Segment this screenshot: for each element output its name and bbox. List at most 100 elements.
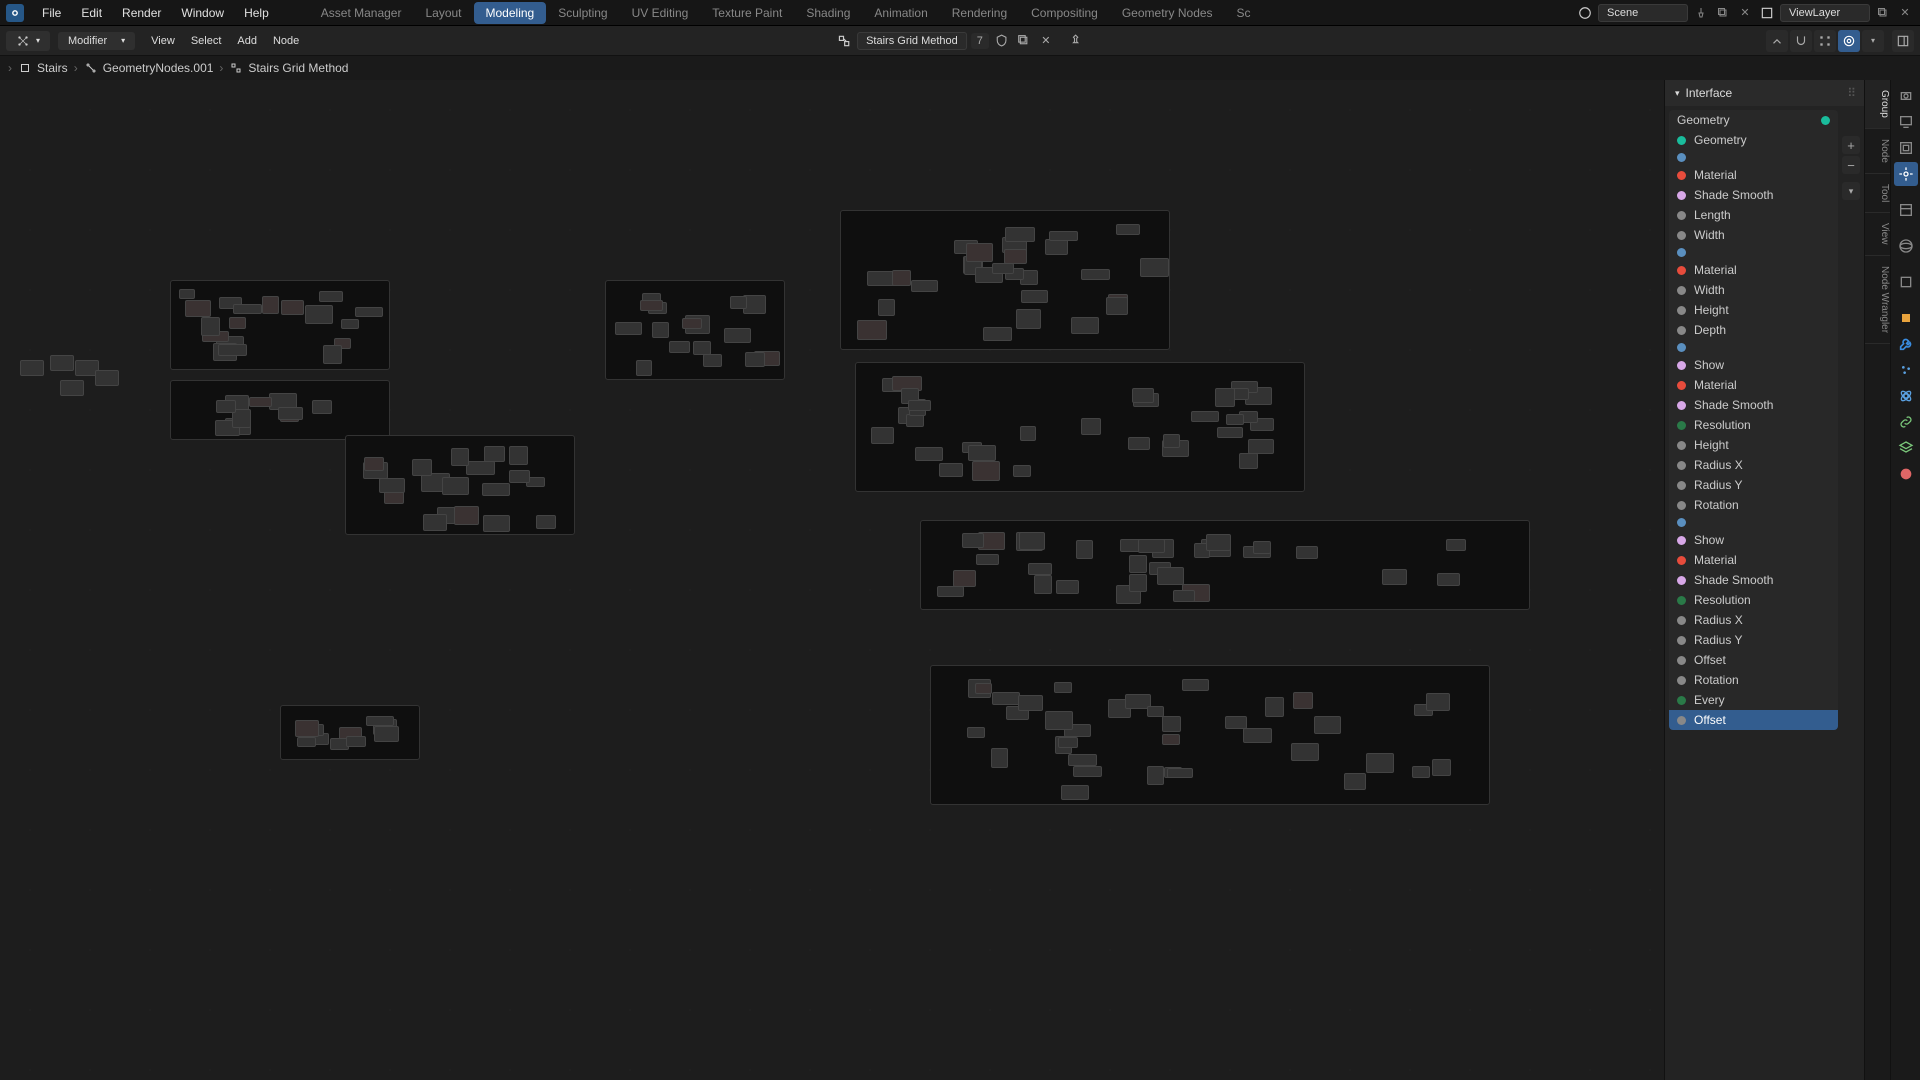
node[interactable]	[682, 318, 702, 330]
node[interactable]	[1173, 590, 1196, 602]
interface-socket-row[interactable]: Rotation	[1669, 670, 1838, 690]
menu-render[interactable]: Render	[112, 2, 171, 24]
node-frame[interactable]	[170, 380, 390, 440]
node[interactable]	[1129, 574, 1147, 592]
node[interactable]	[1412, 766, 1431, 778]
n-panel-tab[interactable]: View	[1865, 213, 1890, 256]
interface-socket-row[interactable]: Show	[1669, 355, 1838, 375]
node[interactable]	[451, 448, 469, 467]
n-panel-tab[interactable]: Node Wrangler	[1865, 256, 1890, 344]
node[interactable]	[1344, 773, 1366, 791]
node[interactable]	[323, 345, 342, 364]
interface-socket-list[interactable]: GeometryGeometryMaterialShade SmoothLeng…	[1669, 110, 1838, 730]
node[interactable]	[466, 461, 496, 476]
node[interactable]	[1253, 541, 1272, 555]
interface-socket-row[interactable]: Material	[1669, 165, 1838, 185]
interface-socket-row[interactable]: Material	[1669, 260, 1838, 280]
scene-props-icon[interactable]	[1894, 162, 1918, 186]
interface-socket-row[interactable]: Radius Y	[1669, 630, 1838, 650]
interface-socket-row[interactable]	[1669, 515, 1838, 530]
region-toggle-icon[interactable]	[1892, 30, 1914, 52]
node[interactable]	[483, 515, 510, 532]
node[interactable]	[1004, 249, 1027, 263]
node[interactable]	[857, 320, 887, 340]
interface-socket-row[interactable]: Show	[1669, 530, 1838, 550]
interface-socket-row[interactable]: Material	[1669, 375, 1838, 395]
material-props-icon[interactable]	[1894, 462, 1918, 486]
node[interactable]	[1162, 716, 1181, 732]
node[interactable]	[1034, 575, 1051, 594]
node-frame[interactable]	[840, 210, 1170, 350]
node[interactable]	[911, 280, 938, 292]
node[interactable]	[1147, 706, 1165, 717]
interface-socket-row[interactable]: Depth	[1669, 320, 1838, 340]
node[interactable]	[319, 291, 343, 302]
scene-name-field[interactable]: Scene	[1598, 4, 1688, 22]
nodetree-name-field[interactable]: Stairs Grid Method	[857, 32, 967, 50]
node[interactable]	[991, 748, 1008, 768]
interface-socket-row[interactable]: Shade Smooth	[1669, 185, 1838, 205]
node[interactable]	[1163, 434, 1180, 448]
node[interactable]	[20, 360, 44, 376]
node[interactable]	[229, 317, 246, 329]
breadcrumb-object[interactable]: Stairs	[18, 61, 68, 75]
nodetree-browse-icon[interactable]	[835, 32, 853, 50]
node[interactable]	[341, 319, 359, 329]
node[interactable]	[983, 327, 1012, 342]
layer-browse-icon[interactable]	[1758, 4, 1776, 22]
node[interactable]	[730, 296, 748, 309]
node[interactable]	[1049, 231, 1079, 241]
node[interactable]	[1446, 539, 1466, 551]
pin-icon[interactable]	[1067, 32, 1085, 50]
node[interactable]	[878, 299, 895, 316]
node[interactable]	[1019, 532, 1045, 550]
node[interactable]	[262, 296, 279, 314]
interface-socket-row[interactable]: Offset	[1669, 710, 1838, 730]
node[interactable]	[295, 720, 319, 737]
node[interactable]	[60, 380, 84, 396]
node[interactable]	[216, 400, 236, 413]
node[interactable]	[972, 461, 1000, 481]
shield-fake-user-icon[interactable]	[993, 32, 1011, 50]
workspace-tab[interactable]: Geometry Nodes	[1110, 2, 1225, 24]
node[interactable]	[509, 470, 530, 483]
node[interactable]	[745, 352, 765, 367]
scene-copy-icon[interactable]	[1714, 4, 1732, 22]
interface-socket-row[interactable]: Width	[1669, 225, 1838, 245]
tool-props-icon[interactable]	[1894, 198, 1918, 222]
node[interactable]	[1382, 569, 1407, 585]
menu-file[interactable]: File	[32, 2, 71, 24]
node[interactable]	[1071, 317, 1099, 334]
node[interactable]	[892, 270, 911, 286]
node[interactable]	[185, 300, 210, 317]
interface-socket-row[interactable]: Shade Smooth	[1669, 570, 1838, 590]
node[interactable]	[1191, 411, 1219, 422]
nodetree-users-count[interactable]: 7	[971, 33, 989, 49]
node[interactable]	[201, 317, 220, 336]
breadcrumb-modifier[interactable]: GeometryNodes.001	[84, 61, 214, 75]
node[interactable]	[976, 554, 998, 566]
interface-socket-row[interactable]: Offset	[1669, 650, 1838, 670]
node[interactable]	[281, 300, 304, 316]
menu-edit[interactable]: Edit	[71, 2, 112, 24]
node-frame[interactable]	[930, 665, 1490, 805]
node[interactable]	[1058, 737, 1077, 748]
node-frame[interactable]	[345, 435, 575, 535]
node[interactable]	[693, 341, 712, 356]
node[interactable]	[1013, 465, 1031, 477]
node[interactable]	[374, 726, 399, 741]
toolbar-menu[interactable]: Node	[265, 32, 307, 50]
snap-type-icon[interactable]	[1814, 30, 1836, 52]
node[interactable]	[703, 354, 723, 367]
interface-socket-row[interactable]	[1669, 340, 1838, 355]
node[interactable]	[1045, 239, 1068, 255]
node[interactable]	[1366, 753, 1395, 773]
node[interactable]	[652, 322, 668, 338]
node[interactable]	[1020, 426, 1036, 441]
node[interactable]	[908, 400, 930, 411]
node[interactable]	[953, 570, 976, 587]
tree-type-dropdown[interactable]: Modifier ▾	[58, 32, 135, 50]
modifier-props-icon[interactable]	[1894, 332, 1918, 356]
collection-props-icon[interactable]	[1894, 270, 1918, 294]
node[interactable]	[1426, 693, 1450, 712]
